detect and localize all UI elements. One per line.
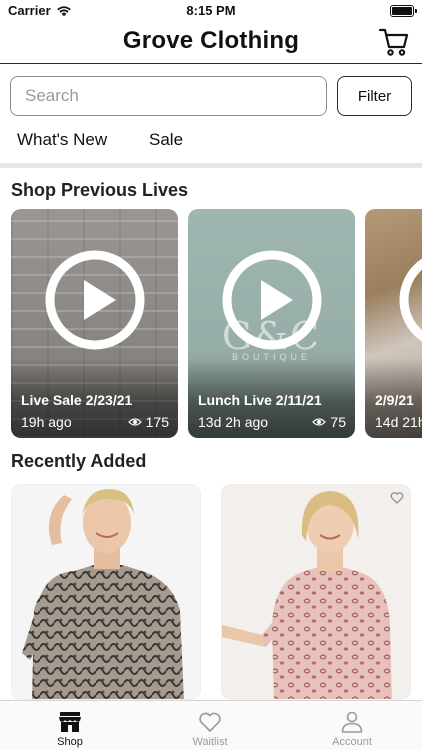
bottom-tab-bar: Shop Waitlist Account [0,700,422,750]
lives-section-title: Shop Previous Lives [11,180,189,200]
eye-icon [127,418,142,426]
cart-icon [378,28,409,56]
live-card[interactable]: G&C BOUTIQUE Lunch Live 2/11/21 13d 2h a… [188,209,355,438]
status-bar: Carrier 8:15 PM [0,0,422,22]
play-icon [45,250,144,350]
play-icon [399,258,422,342]
product-card[interactable] [11,484,201,700]
live-card-time: 13d 2h ago [198,414,269,430]
live-card-views: 175 [127,414,169,430]
app-header: Grove Clothing [0,22,422,64]
app-title: Grove Clothing [122,27,300,54]
tab-waitlist[interactable]: Waitlist [140,701,280,750]
live-card-title: Lunch Live 2/11/21 [198,392,322,408]
live-card-time: 19h ago [21,414,72,430]
product-photo [12,485,200,699]
tab-waitlist-label: Waitlist [192,736,228,748]
recent-section-title: Recently Added [11,451,147,471]
live-card[interactable]: Live Sale 2/23/21 19h ago 175 [11,209,178,438]
play-icon [222,250,321,350]
section-divider [0,163,422,168]
category-tabs: What's New Sale [0,128,422,154]
live-card-time: 14d 21h [375,414,422,430]
storefront-icon [59,712,81,732]
views-count: 75 [330,414,346,430]
eye-icon [312,418,327,426]
search-input[interactable] [10,76,327,116]
battery-icon [390,5,417,17]
wishlist-heart-icon[interactable] [390,491,404,505]
tab-shop[interactable]: Shop [0,701,140,750]
heart-icon [199,712,221,732]
views-count: 175 [145,414,169,430]
live-card-views: 75 [312,414,346,430]
tab-account[interactable]: Account [282,701,422,750]
status-time: 8:15 PM [186,3,236,18]
cart-button[interactable] [378,27,410,57]
live-card-title: Live Sale 2/23/21 [21,392,133,408]
tab-shop-label: Shop [57,736,83,748]
person-icon [341,711,363,733]
live-card-title: 2/9/21 [375,392,414,408]
product-card[interactable] [221,484,411,700]
tab-account-label: Account [332,736,372,748]
tab-sale[interactable]: Sale [149,130,183,150]
live-card[interactable]: 2/9/21 14d 21h [365,209,422,438]
filter-button[interactable]: Filter [337,76,412,116]
product-photo [222,485,410,699]
tab-whats-new[interactable]: What's New [17,130,107,150]
